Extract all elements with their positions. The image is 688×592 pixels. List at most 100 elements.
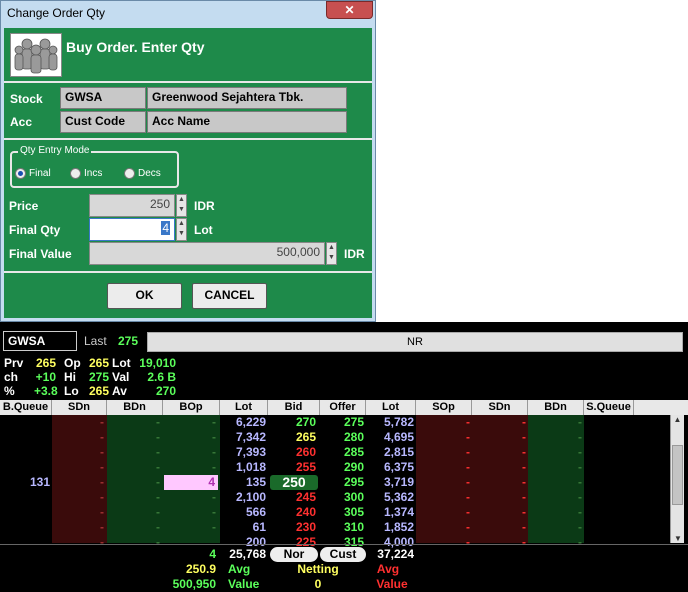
sdn-cell: - bbox=[100, 505, 104, 519]
sop-cell: - bbox=[466, 505, 470, 519]
cancel-button[interactable]: CANCEL bbox=[192, 283, 267, 309]
bdn-cell: - bbox=[578, 430, 582, 444]
sdn-cell: - bbox=[100, 475, 104, 489]
bid-lot-cell: 2,100 bbox=[235, 490, 266, 504]
stock-code-input[interactable]: GWSA bbox=[3, 331, 77, 351]
acc-name-field: Acc Name bbox=[147, 111, 347, 133]
totals-footer: 4 25,768 Nor Cust 37,224 250.9 Avg Netting Avg 50… bbox=[0, 544, 688, 592]
bop-cell: - bbox=[212, 490, 216, 504]
bop-cell: - bbox=[212, 445, 216, 459]
stat-label: Prv bbox=[4, 356, 24, 370]
order-rows: - - -6,229 270 275 5,782- - - - - -7,342 265 280 4,69… bbox=[0, 415, 688, 549]
sdn-cell: - bbox=[522, 475, 526, 489]
bid-price-cell: 245 bbox=[295, 490, 316, 504]
column-header-8: SOp bbox=[416, 400, 472, 415]
column-header-1: SDn bbox=[52, 400, 107, 415]
cust-code-field[interactable]: Cust Code bbox=[60, 111, 146, 133]
final-qty-stepper[interactable]: ▲ ▼ bbox=[176, 218, 187, 241]
sop-cell: - bbox=[466, 520, 470, 534]
bid-lot-cell: 7,393 bbox=[235, 445, 266, 459]
stat-value: 265 bbox=[88, 384, 109, 398]
price-field[interactable]: 250 bbox=[89, 194, 175, 217]
column-header-11: S.Queue bbox=[584, 400, 634, 415]
avg-value: 250.9 bbox=[185, 562, 216, 576]
final-qty-value: 4 bbox=[161, 221, 170, 235]
nor-button[interactable]: Nor bbox=[270, 547, 318, 562]
offer-lot-cell: 5,362 bbox=[383, 490, 414, 504]
mode-decs-label: Decs bbox=[138, 168, 161, 179]
bdn-cell: - bbox=[156, 475, 160, 489]
bdn-cell: - bbox=[578, 460, 582, 474]
offer-lot-cell: 2,815 bbox=[383, 445, 414, 459]
stat-label: ch bbox=[4, 370, 19, 384]
column-header-5: Bid bbox=[268, 400, 320, 415]
scroll-down-icon[interactable]: ▼ bbox=[671, 534, 685, 543]
sdn-cell: - bbox=[522, 445, 526, 459]
bop-cell: - bbox=[212, 460, 216, 474]
bdn-cell: - bbox=[578, 415, 582, 429]
sdn-cell: - bbox=[100, 490, 104, 504]
cust-button[interactable]: Cust bbox=[320, 547, 366, 562]
bid-price-cell: 230 bbox=[295, 520, 316, 534]
vertical-scrollbar[interactable]: ▲ ▼ bbox=[670, 415, 684, 543]
bid-price-cell: 255 bbox=[295, 460, 316, 474]
stat-value: +10 bbox=[35, 370, 56, 384]
stat-value: 265 bbox=[88, 356, 109, 370]
bdn-cell: - bbox=[578, 505, 582, 519]
dialog-titlebar[interactable]: Change Order Qty ✕ bbox=[1, 1, 377, 27]
bdn-cell: - bbox=[156, 445, 160, 459]
avg-label: Avg bbox=[228, 562, 251, 576]
mode-final-label: Final bbox=[29, 168, 51, 179]
mode-decs-radio[interactable] bbox=[124, 168, 135, 179]
sdn-cell: - bbox=[100, 430, 104, 444]
bdn-cell: - bbox=[156, 460, 160, 474]
final-value-field: 500,000 bbox=[89, 242, 325, 265]
total-bid-lot: 25,768 bbox=[229, 547, 266, 561]
scroll-up-icon[interactable]: ▲ bbox=[671, 415, 684, 424]
offer-lot-cell: 1,374 bbox=[383, 505, 414, 519]
offer-price-cell: 305 bbox=[343, 505, 364, 519]
scrollbar-thumb[interactable] bbox=[672, 445, 683, 505]
bop-cell: 4 bbox=[164, 475, 218, 490]
column-header-10: BDn bbox=[528, 400, 584, 415]
bid-lot-cell: 1,018 bbox=[235, 460, 266, 474]
bdn-cell: - bbox=[578, 475, 582, 489]
offer-price-cell: 280 bbox=[343, 430, 364, 444]
stat-label: Val bbox=[112, 370, 130, 384]
bop-cell: - bbox=[212, 505, 216, 519]
last-label: Last bbox=[84, 334, 107, 348]
users-icon bbox=[10, 33, 62, 77]
column-header-7: Lot bbox=[366, 400, 416, 415]
bid-price-cell: 270 bbox=[295, 415, 316, 429]
price-unit: IDR bbox=[194, 199, 215, 213]
price-stepper[interactable]: ▲ ▼ bbox=[176, 194, 187, 217]
value-label-offer: Value bbox=[376, 577, 408, 591]
mode-incs-label: Incs bbox=[84, 168, 103, 179]
dialog-panel: Buy Order. Enter Qty Stock GWSA Greenwoo… bbox=[4, 28, 372, 318]
notation-bar: NR bbox=[147, 332, 683, 352]
offer-price-cell: 290 bbox=[343, 460, 364, 474]
sdn-cell: - bbox=[522, 505, 526, 519]
close-button[interactable]: ✕ bbox=[326, 1, 373, 19]
qty-unit: Lot bbox=[194, 223, 213, 237]
ok-button[interactable]: OK bbox=[107, 283, 182, 309]
sdn-cell: - bbox=[100, 460, 104, 474]
bid-lot-cell: 7,342 bbox=[235, 430, 266, 444]
final-value-stepper[interactable]: ▲ ▼ bbox=[326, 242, 337, 265]
bid-lot-cell: 61 bbox=[252, 520, 266, 534]
sdn-cell: - bbox=[100, 445, 104, 459]
buy-queue-cell: 131 bbox=[29, 475, 50, 489]
mode-incs-radio[interactable] bbox=[70, 168, 81, 179]
offer-lot-cell: 1,852 bbox=[383, 520, 414, 534]
dialog-heading: Buy Order. Enter Qty bbox=[66, 39, 205, 55]
mode-final-radio[interactable] bbox=[15, 168, 26, 179]
stat-label: Av bbox=[112, 384, 127, 398]
bid-lot-cell: 566 bbox=[245, 505, 266, 519]
final-qty-input[interactable]: 4 bbox=[89, 218, 175, 241]
bdn-cell: - bbox=[578, 490, 582, 504]
bdn-cell: - bbox=[156, 490, 160, 504]
stock-name-field: Greenwood Sejahtera Tbk. bbox=[147, 87, 347, 109]
offer-price-cell: 300 bbox=[343, 490, 364, 504]
bdn-cell: - bbox=[578, 520, 582, 534]
price-label: Price bbox=[9, 199, 39, 213]
